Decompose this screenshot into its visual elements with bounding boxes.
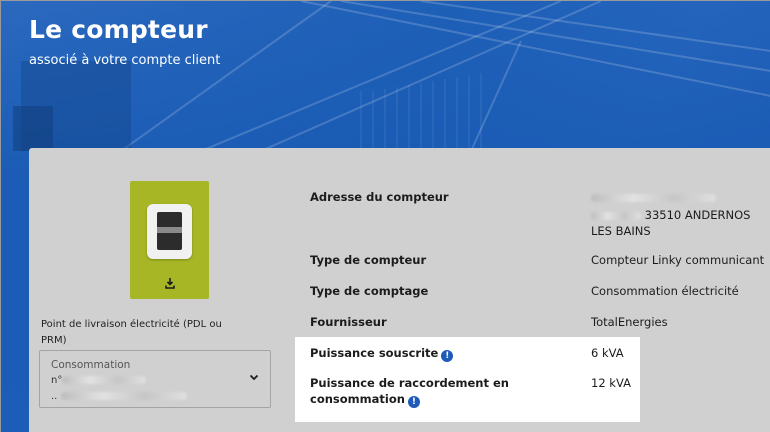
info-icon[interactable]: ! <box>407 396 420 408</box>
raccordement-label: Puissance de raccordement en consommatio… <box>310 375 509 408</box>
raccordement-label-line1: Puissance de raccordement en <box>310 376 509 390</box>
chevron-down-icon[interactable] <box>248 371 260 383</box>
raccordement-value: 12 kVA <box>591 376 631 390</box>
puissance-value: 6 kVA <box>591 346 624 360</box>
redacted-street-2 <box>591 211 641 220</box>
meter-card: Point de livraison électricité (PDL ou P… <box>29 148 770 432</box>
puissance-label: Puissance souscrite! <box>310 345 454 362</box>
pdl-number: n° <box>51 375 147 386</box>
redacted-number <box>62 376 147 384</box>
type-label: Type de compteur <box>310 253 427 267</box>
page-title: Le compteur <box>29 15 208 44</box>
puissance-label-text: Puissance souscrite <box>310 346 439 360</box>
meter-image-tile <box>130 181 209 299</box>
redacted-address <box>60 392 187 400</box>
pdl-select-kind: Consommation <box>51 359 131 371</box>
info-icon[interactable]: ! <box>441 350 454 362</box>
raccordement-label-line2: consommation <box>310 392 405 406</box>
comptage-value: Consommation électricité <box>591 284 739 298</box>
fournisseur-value: TotalEnergies <box>591 315 668 329</box>
redacted-street <box>591 193 716 202</box>
linky-meter-icon <box>147 204 192 259</box>
fournisseur-label: Fournisseur <box>310 315 387 329</box>
page-subtitle: associé à votre compte client <box>29 53 221 68</box>
pdl-label: Point de livraison électricité (PDL ou P… <box>41 319 222 346</box>
address-label: Adresse du compteur <box>310 190 449 204</box>
address-value: 33510 ANDERNOS LES BAINS <box>591 189 766 239</box>
type-value: Compteur Linky communicant <box>591 253 765 267</box>
download-icon[interactable] <box>164 277 176 289</box>
pdl-address: .. <box>51 391 187 402</box>
pdl-select[interactable]: Consommation n° .. <box>39 350 271 408</box>
comptage-label: Type de comptage <box>310 284 429 298</box>
